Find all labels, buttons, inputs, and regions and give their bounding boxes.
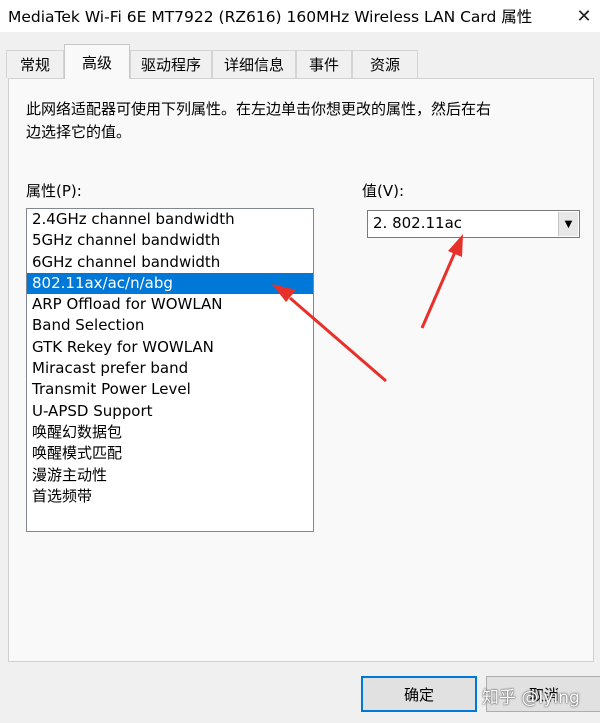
list-item[interactable]: 5GHz channel bandwidth <box>27 230 313 251</box>
list-item[interactable]: ARP Offload for WOWLAN <box>27 294 313 315</box>
list-item[interactable]: GTK Rekey for WOWLAN <box>27 337 313 358</box>
value-dropdown-text: 2. 802.11ac <box>373 214 463 232</box>
list-item[interactable]: 唤醒幻数据包 <box>27 422 313 443</box>
close-button[interactable]: ✕ <box>568 0 600 32</box>
property-label: 属性(P): <box>26 182 82 200</box>
ok-button[interactable]: 确定 <box>361 676 477 712</box>
list-item[interactable]: 2.4GHz channel bandwidth <box>27 209 313 230</box>
value-dropdown[interactable]: 2. 802.11ac ▼ <box>367 210 580 238</box>
window-title: MediaTek Wi-Fi 6E MT7922 (RZ616) 160MHz … <box>8 8 533 26</box>
tab-driver[interactable]: 驱动程序 <box>130 50 212 78</box>
tab-strip: 常规 高级 驱动程序 详细信息 事件 资源 <box>0 44 600 79</box>
property-list[interactable]: 2.4GHz channel bandwidth 5GHz channel ba… <box>26 208 314 532</box>
watermark: 知乎 @Iying <box>482 688 580 708</box>
list-item[interactable]: 首选频带 <box>27 486 313 507</box>
list-item[interactable]: Band Selection <box>27 315 313 336</box>
list-item[interactable]: Miracast prefer band <box>27 358 313 379</box>
list-item[interactable]: U-APSD Support <box>27 401 313 422</box>
title-bar: MediaTek Wi-Fi 6E MT7922 (RZ616) 160MHz … <box>0 0 600 32</box>
tab-events[interactable]: 事件 <box>296 50 352 78</box>
close-icon: ✕ <box>576 5 592 27</box>
list-item[interactable]: 唤醒模式匹配 <box>27 443 313 464</box>
description-line-1: 此网络适配器可使用下列属性。在左边单击你想更改的属性，然后在右 <box>26 100 492 118</box>
tab-details[interactable]: 详细信息 <box>212 50 296 78</box>
tab-advanced[interactable]: 高级 <box>64 44 130 79</box>
value-label: 值(V): <box>362 182 405 200</box>
list-item[interactable]: Transmit Power Level <box>27 379 313 400</box>
tab-resources[interactable]: 资源 <box>352 50 418 78</box>
description: 此网络适配器可使用下列属性。在左边单击你想更改的属性，然后在右 边选择它的值。 <box>26 98 546 144</box>
list-item-selected[interactable]: 802.11ax/ac/n/abg <box>27 272 313 295</box>
list-item[interactable]: 漫游主动性 <box>27 465 313 486</box>
tab-general[interactable]: 常规 <box>6 50 64 78</box>
chevron-down-icon[interactable]: ▼ <box>558 212 578 236</box>
description-line-2: 边选择它的值。 <box>26 123 132 141</box>
list-item[interactable]: 6GHz channel bandwidth <box>27 252 313 273</box>
